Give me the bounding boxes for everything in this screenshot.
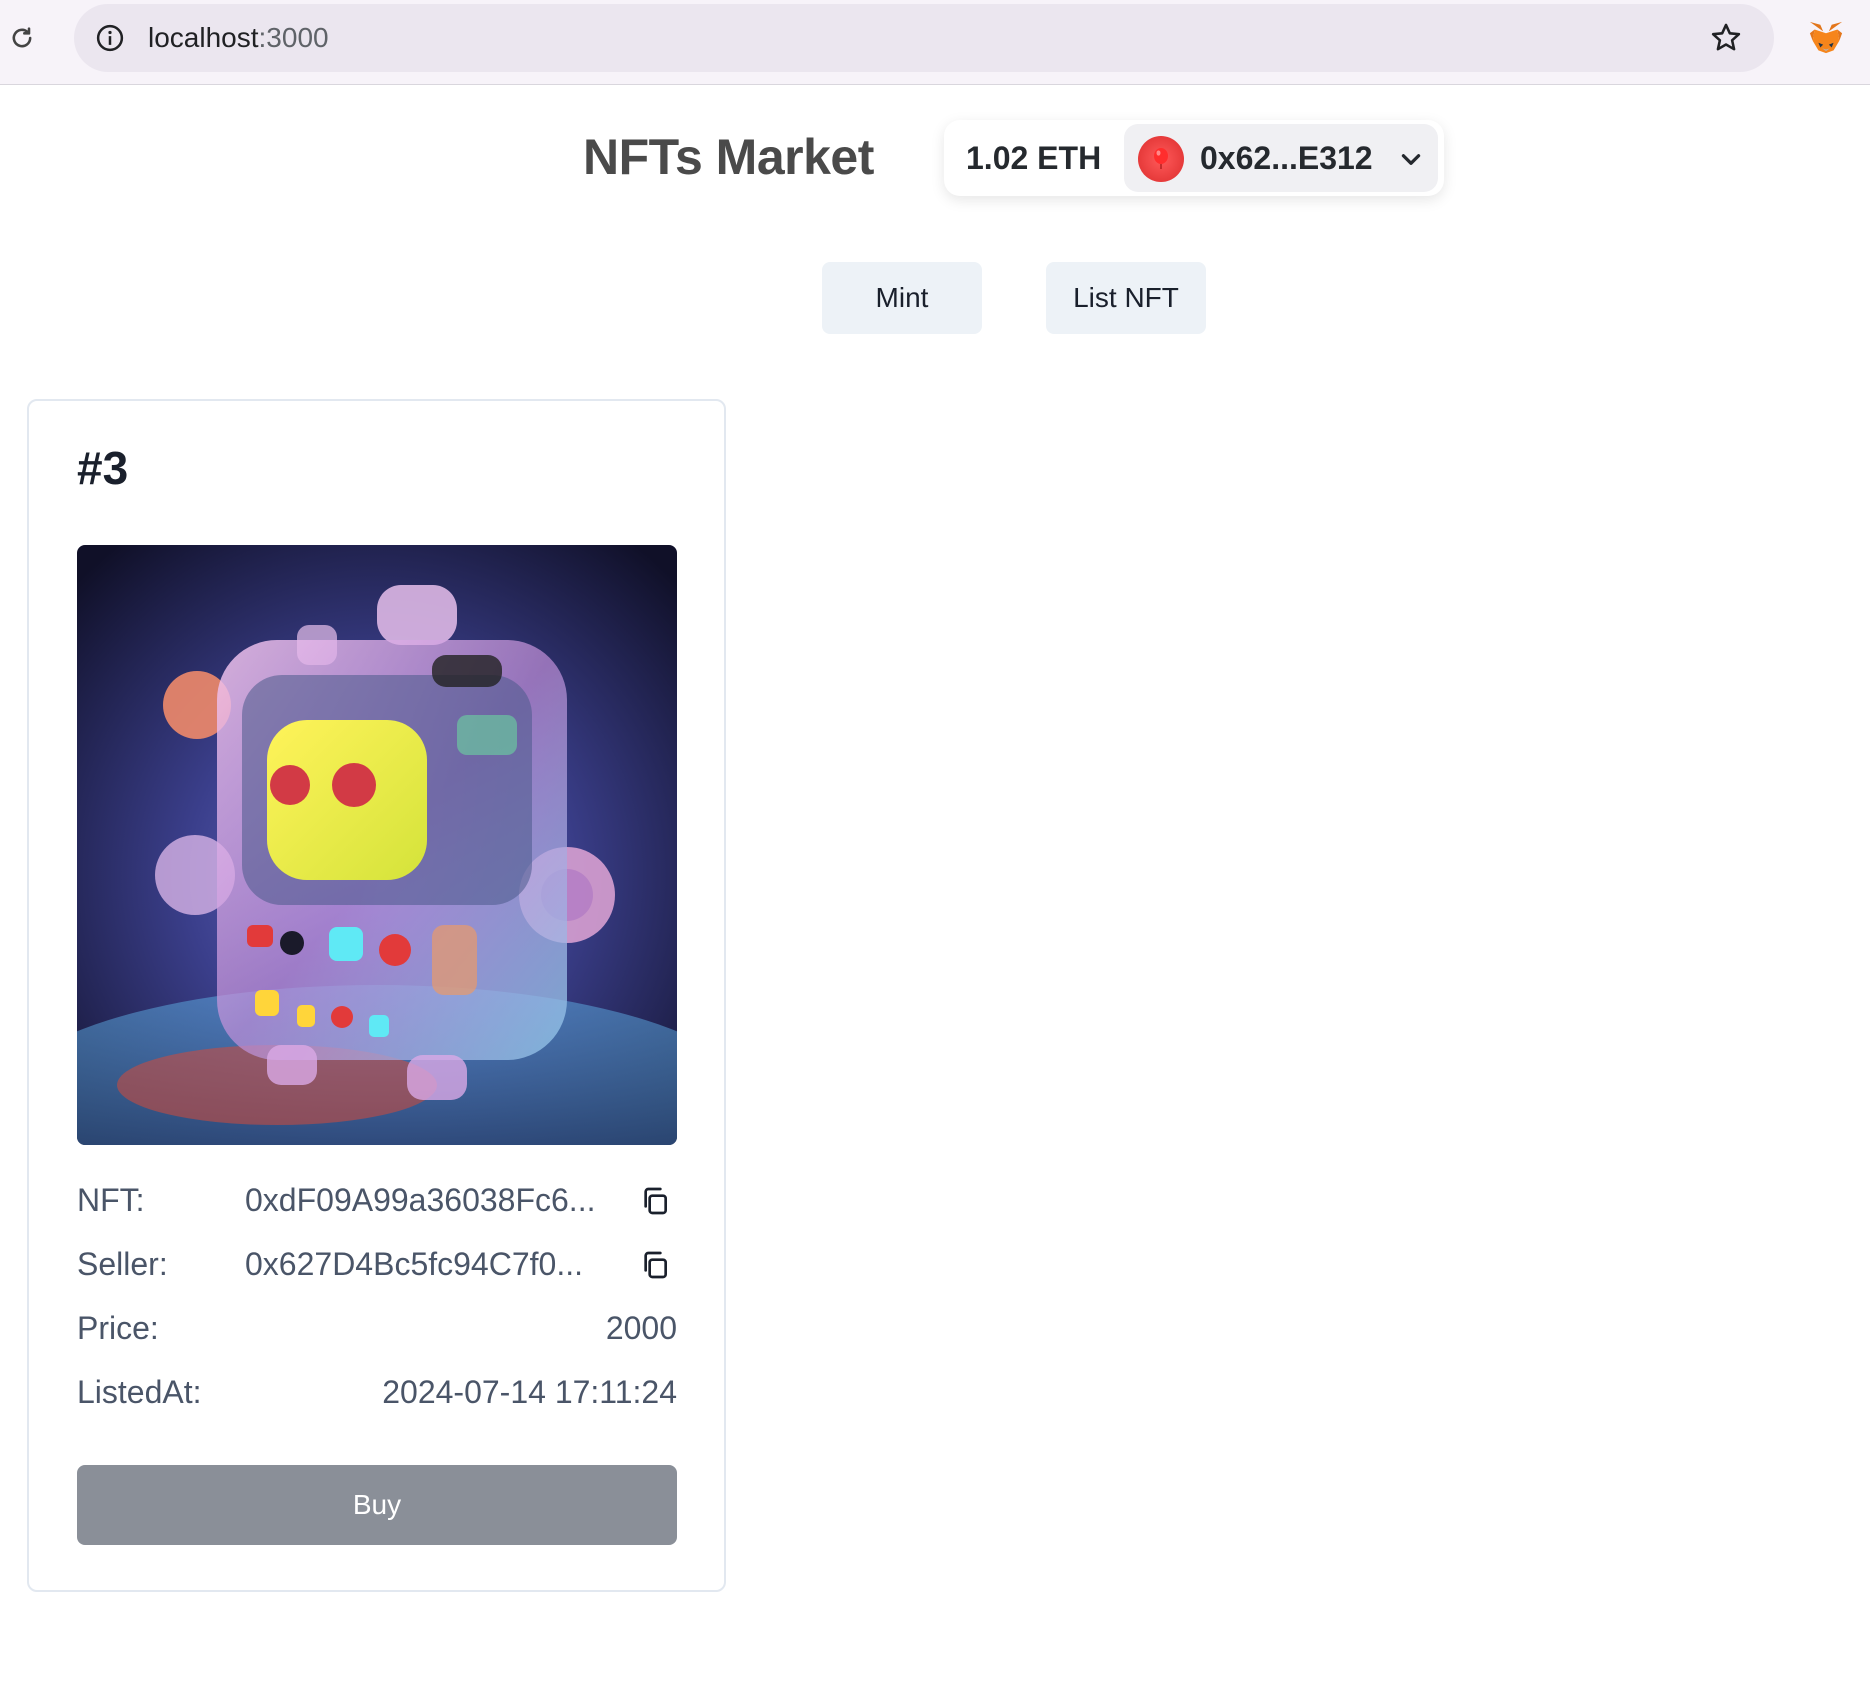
listed-at-label: ListedAt: xyxy=(77,1374,202,1410)
browser-toolbar: localhost:3000 xyxy=(0,0,1870,85)
nft-label: NFT: xyxy=(77,1182,145,1218)
list-nft-button[interactable]: List NFT xyxy=(1046,262,1206,334)
listed-at-value: 2024-07-14 17:11:24 xyxy=(382,1374,677,1410)
star-icon[interactable] xyxy=(1708,20,1744,56)
price-value: 2000 xyxy=(605,1310,677,1346)
nft-token-id: #3 xyxy=(77,442,129,494)
wallet-balance[interactable]: 1.02 ETH xyxy=(966,120,1101,196)
buy-button[interactable]: Buy xyxy=(77,1465,677,1545)
mint-button[interactable]: Mint xyxy=(822,262,982,334)
nft-image xyxy=(77,545,677,1145)
seller-address-row: Seller: 0x627D4Bc5fc94C7f0... xyxy=(77,1239,677,1289)
info-icon[interactable] xyxy=(94,22,126,54)
reload-icon[interactable] xyxy=(6,22,38,54)
url-host: localhost xyxy=(148,22,259,53)
copy-icon[interactable] xyxy=(639,1185,671,1217)
seller-address-value: 0x627D4Bc5fc94C7f0... xyxy=(245,1246,583,1282)
wallet-address: 0x62...E312 xyxy=(1200,140,1373,176)
price-row: Price: 2000 xyxy=(77,1303,677,1353)
avatar xyxy=(1138,136,1184,182)
nft-listing-card: #3 NFT: 0xdF09A99a36038Fc6... Seller: 0x… xyxy=(27,399,726,1592)
url-port: :3000 xyxy=(258,22,329,53)
copy-icon[interactable] xyxy=(639,1249,671,1281)
nft-address-row: NFT: 0xdF09A99a36038Fc6... xyxy=(77,1175,677,1225)
seller-label: Seller: xyxy=(77,1246,168,1282)
listed-at-row: ListedAt: 2024-07-14 17:11:24 xyxy=(77,1367,677,1417)
price-label: Price: xyxy=(77,1310,159,1346)
account-button[interactable]: 0x62...E312 xyxy=(1124,124,1438,192)
chevron-down-icon xyxy=(1401,154,1421,165)
nft-address-value: 0xdF09A99a36038Fc6... xyxy=(245,1182,596,1218)
url-text[interactable]: localhost:3000 xyxy=(148,4,329,72)
address-bar[interactable]: localhost:3000 xyxy=(74,4,1774,72)
page-title: NFTs Market xyxy=(583,129,874,185)
metamask-fox-icon[interactable] xyxy=(1806,18,1846,58)
wallet-connect: 1.02 ETH 0x62...E312 xyxy=(944,120,1444,196)
